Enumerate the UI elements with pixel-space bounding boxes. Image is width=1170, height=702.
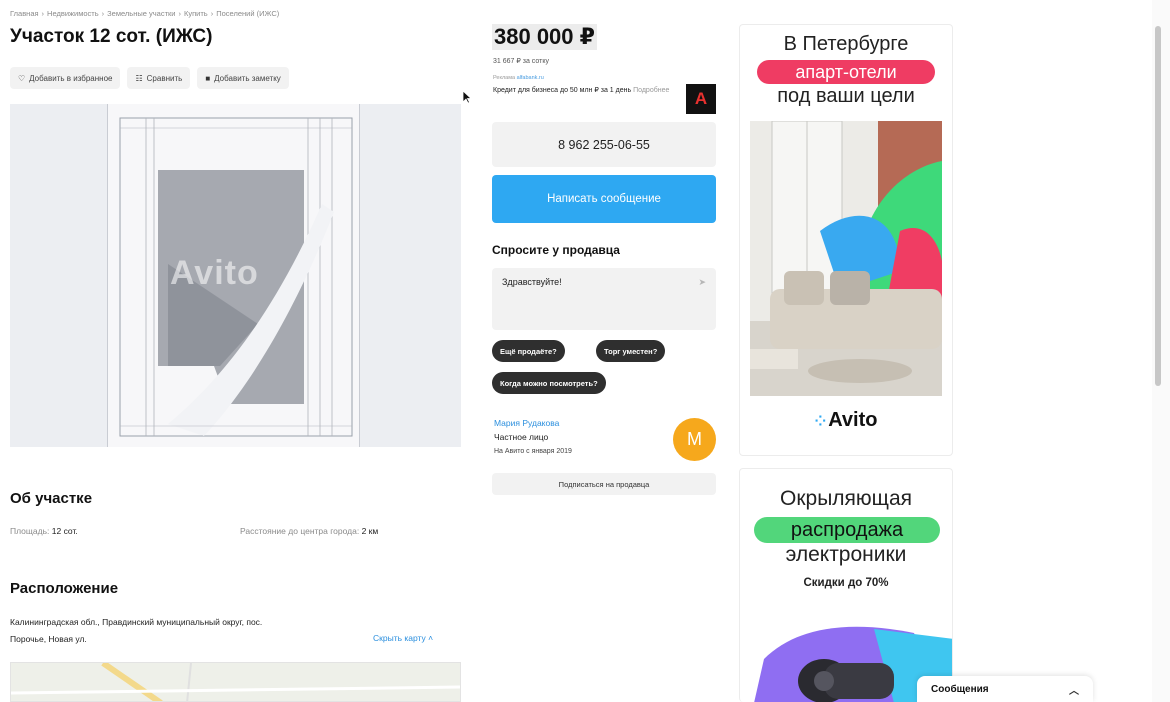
about-heading: Об участке [10,490,93,507]
address: Калининградская обл., Правдинский муници… [10,614,370,648]
banner-ad-apart-hotels[interactable]: В Петербурге апарт-отели под ваши цели ⁘… [739,24,953,456]
breadcrumb-item-land[interactable]: Земельные участки [107,9,175,18]
distance-value: 2 км [361,526,379,536]
breadcrumb-item-realty[interactable]: Недвижимость [47,9,99,18]
messages-bar[interactable]: Сообщения ︿ [917,676,1093,702]
avatar[interactable]: М [673,418,716,461]
add-to-favorites-label: Добавить в избранное [29,73,113,83]
ad2-highlight: распродажа [754,517,940,543]
location-heading: Расположение [10,580,119,597]
breadcrumb: Главная › Недвижимость › Земельные участки › К… [10,9,280,18]
price-per-area: 31 667 ₽ за сотку [493,58,549,65]
ad1-logo-text: Avito [828,409,878,431]
listing-actions: ♡ Добавить в избранное ☷ Сравнить ■ Доба… [10,67,289,89]
compare-button[interactable]: ☷ Сравнить [127,67,191,89]
breadcrumb-item-buy[interactable]: Купить [184,9,208,18]
ad1-line-3: под ваши цели [777,85,915,107]
scrollbar-thumb[interactable] [1155,26,1161,386]
distance-param: Расстояние до центра города: 2 км [240,526,378,536]
quick-question-viewing[interactable]: Когда можно посмотреть? [492,372,606,394]
ad1-line-1: В Петербурге [783,33,909,55]
credit-ad[interactable]: Кредит для бизнеса до 50 млн ₽ за 1 день… [493,86,673,96]
address-line-2: Порочье, Новая ул. [10,634,87,644]
breadcrumb-item-category[interactable]: Поселений (ИЖС) [216,9,279,18]
avito-dots-icon: ⁘ [814,413,827,429]
ask-seller-heading: Спросите у продавца [492,243,620,257]
seller-since: На Авито с января 2019 [494,448,572,455]
credit-ad-text: Кредит для бизнеса до 50 млн ₽ за 1 день [493,87,632,94]
credit-ad-more-link[interactable]: Подробнее [633,87,669,94]
quick-question-still-selling[interactable]: Ещё продаёте? [492,340,565,362]
chevron-up-icon[interactable]: ︿ [1069,682,1079,697]
subscribe-seller-button[interactable]: Подписаться на продавца [492,473,716,495]
note-icon: ■ [205,73,211,83]
ad1-avito-logo: ⁘ Avito [740,409,952,432]
ad-mark: Реклама alfabank.ru [493,75,544,81]
add-note-button[interactable]: ■ Добавить заметку [197,67,289,89]
compare-icon: ☷ [135,73,143,83]
page-scrollbar[interactable] [1152,0,1170,702]
hide-map-link[interactable]: Скрыть карту ˄ [373,633,433,643]
living-room-illustration [750,121,942,396]
write-message-button[interactable]: Написать сообщение [492,175,716,223]
ad1-interior-image [750,121,942,396]
ad2-line-1: Окрыляющая [780,487,912,510]
messages-label: Сообщения [931,683,989,695]
ad-domain-link[interactable]: alfabank.ru [517,75,544,81]
location-map[interactable] [10,662,461,702]
ad1-highlight: апарт-отели [757,60,935,84]
add-note-label: Добавить заметку [214,73,281,83]
area-value: 12 сот. [51,526,78,536]
price: 380 000 ₽ [492,24,597,50]
page-title: Участок 12 сот. (ИЖС) [10,26,213,47]
photo-watermark: Avito [170,254,259,292]
area-param: Площадь: 12 сот. [10,526,78,536]
listing-photo[interactable]: Avito [10,104,461,447]
ad-label: Реклама [493,75,516,81]
map-roads [11,663,460,701]
distance-label: Расстояние до центра города: [240,526,360,536]
quick-question-bargain[interactable]: Торг уместен? [596,340,666,362]
show-phone-button[interactable]: 8 962 255-06-55 [492,122,716,167]
seller-type: Частное лицо [494,432,549,442]
address-line-1: Калининградская обл., Правдинский муници… [10,617,263,627]
breadcrumb-item-home[interactable]: Главная [10,9,39,18]
heart-icon: ♡ [18,73,26,83]
params-row: Площадь: 12 сот. Расстояние до центра го… [10,526,460,536]
mouse-cursor-icon [462,90,472,104]
ask-seller-input[interactable]: Здравствуйте! ➤ [492,268,716,330]
bank-logo[interactable]: А [686,84,716,114]
ad2-discount: Скидки до 70% [803,577,889,589]
ask-seller-input-value: Здравствуйте! [502,277,562,287]
ad2-line-3: электроники [785,543,907,566]
add-to-favorites-button[interactable]: ♡ Добавить в избранное [10,67,121,89]
compare-label: Сравнить [146,73,183,83]
area-label: Площадь: [10,526,50,536]
banner-ad-electronics-sale[interactable]: Окрыляющая распродажа электроники Скидки… [739,468,953,702]
send-arrow-icon[interactable]: ➤ [698,277,706,288]
seller-name-link[interactable]: Мария Рудакова [494,418,559,428]
